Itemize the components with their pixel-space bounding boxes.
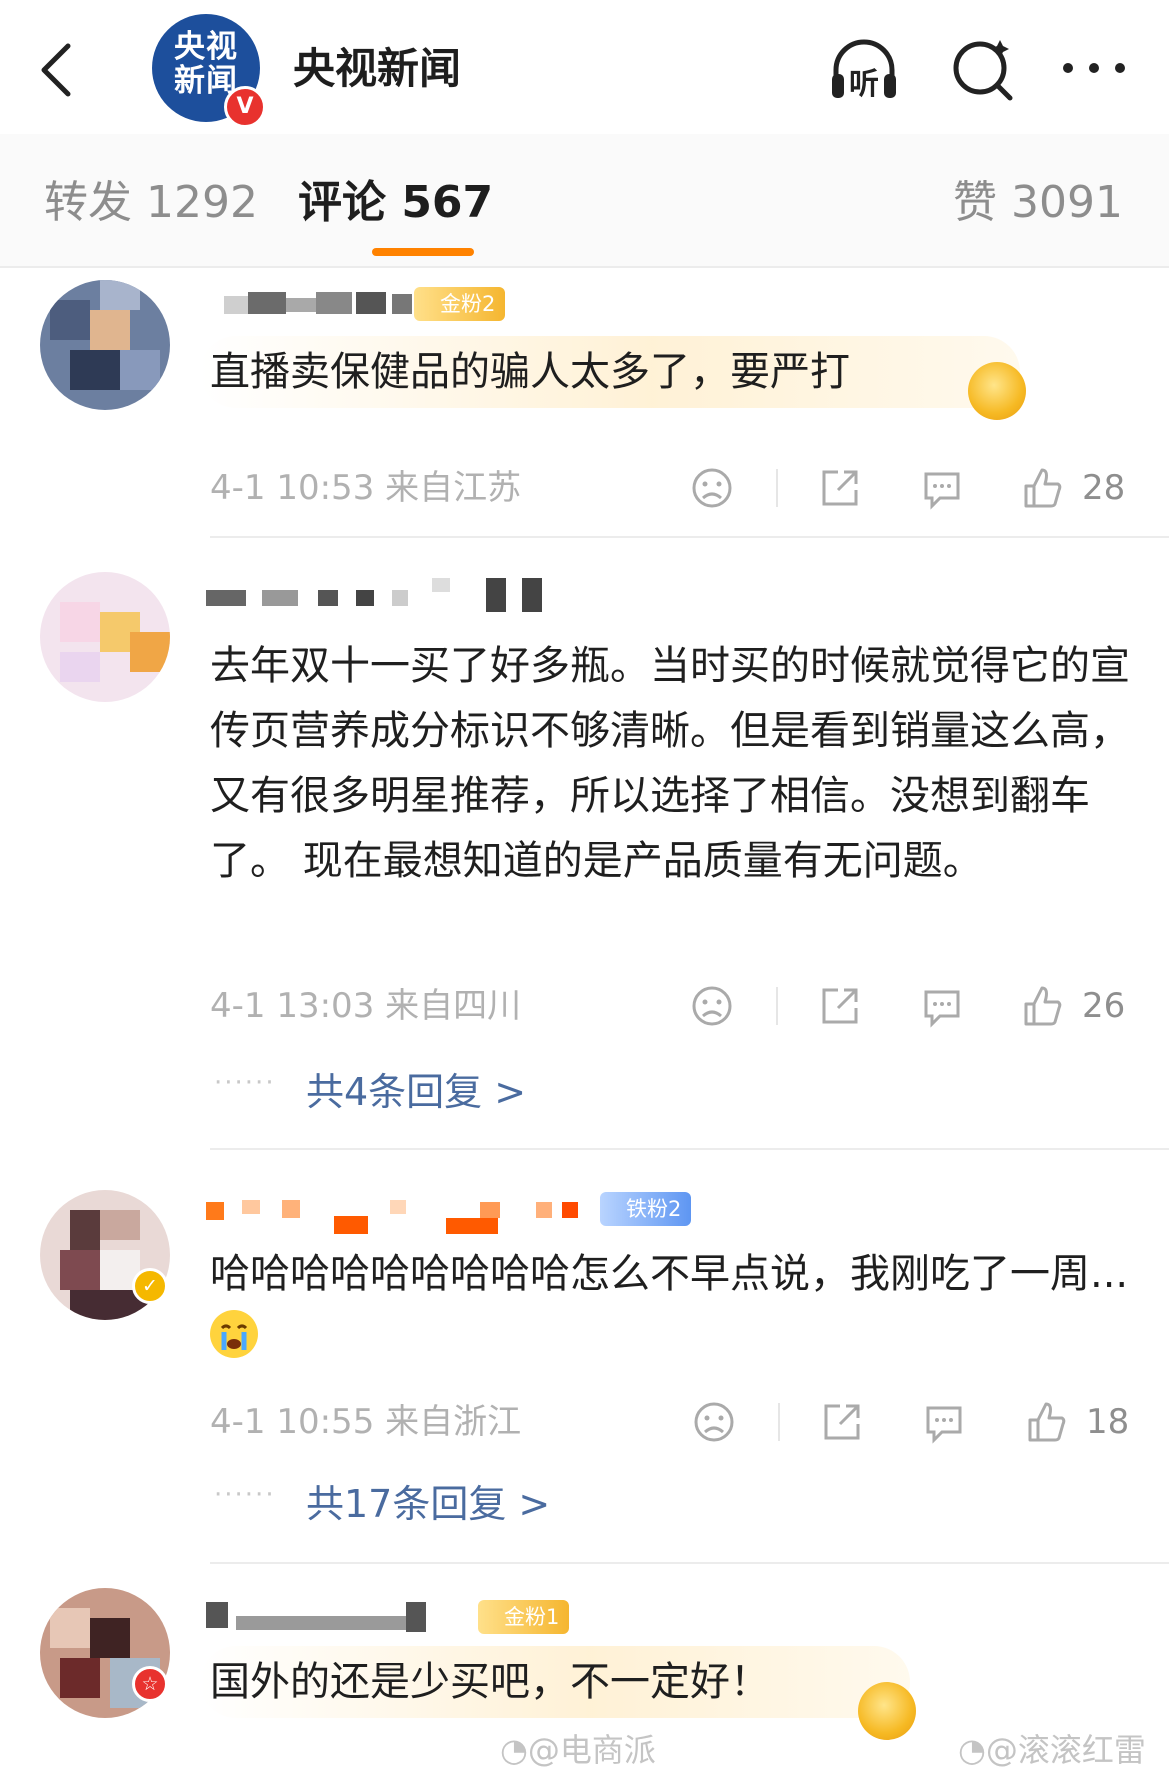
like-count: 26 [1082,986,1126,1026]
medal-icon [968,362,1026,420]
like-count: 18 [1086,1402,1130,1442]
comment-item: ✓ 铁粉2 哈哈哈哈哈哈哈哈哈怎么不早点说，我刚吃了一周... 4-1 10:5… [0,1150,1169,1564]
replies-dots: ······ [214,1480,276,1510]
reply-icon[interactable] [922,1400,966,1444]
action-divider [778,1403,780,1441]
tab-comments[interactable]: 评论 567 [298,176,493,230]
comment-meta: 4-1 10:53 来自江苏 [210,468,522,508]
view-replies-link[interactable]: 共4条回复 > [306,1068,526,1116]
username-masked[interactable] [206,578,566,618]
search-icon[interactable] [946,34,1022,104]
crying-emoji-icon [210,1310,258,1358]
comment-text: 去年双十一买了好多瓶。当时买的时候就觉得它的宣传页营养成分标识不够清晰。但是看到… [210,643,1130,884]
tab-likes[interactable]: 赞 3091 [953,176,1123,230]
repost-icon[interactable] [818,984,862,1028]
action-divider [776,987,778,1025]
tab-bar: 转发 1292 评论 567 赞 3091 [0,134,1169,268]
reply-icon[interactable] [920,984,964,1028]
fan-badge: 铁粉2 [600,1192,692,1226]
watermark: ◔@滚滚红雷 [958,1731,1146,1769]
back-icon[interactable] [34,40,78,100]
comment-meta: 4-1 13:03 来自四川 [210,986,522,1026]
watermark: ◔@电商派 [500,1731,656,1769]
dislike-icon[interactable] [692,1400,736,1444]
top-bar: 央视 新闻 V 央视新闻 听 [0,0,1169,136]
fan-badge: 金粉2 [414,287,506,321]
weibo-icon: ◔ [958,1731,986,1769]
like-icon[interactable] [1020,466,1064,510]
tab-repost[interactable]: 转发 1292 [44,176,258,230]
action-divider [776,469,778,507]
username-masked[interactable] [206,1602,466,1642]
comment-text: 哈哈哈哈哈哈哈哈哈怎么不早点说，我刚吃了一周... [210,1242,1130,1372]
like-icon[interactable] [1024,1400,1068,1444]
svg-text:听: 听 [849,67,879,102]
comment-meta: 4-1 10:55 来自浙江 [210,1402,522,1442]
verified-badge: V [224,86,266,128]
like-count: 28 [1082,468,1126,508]
dislike-icon[interactable] [690,984,734,1028]
comment-text: 国外的还是少买吧，不一定好！ [210,1659,770,1705]
view-replies-link[interactable]: 共17条回复 > [306,1480,550,1528]
repost-icon[interactable] [818,466,862,510]
member-badge-icon: ☆ [132,1666,168,1702]
active-tab-indicator [372,248,474,256]
dislike-icon[interactable] [690,466,734,510]
comment-item: 金粉2 直播卖保健品的骗人太多了，要严打 4-1 10:53 来自江苏 28 [0,268,1169,538]
repost-icon[interactable] [820,1400,864,1444]
comment-item: 去年双十一买了好多瓶。当时买的时候就觉得它的宣传页营养成分标识不够清晰。但是看到… [0,538,1169,1150]
medal-icon [858,1682,916,1740]
more-icon[interactable] [1056,34,1132,104]
listen-icon[interactable]: 听 [826,34,902,104]
comment-text-content: 哈哈哈哈哈哈哈哈哈怎么不早点说，我刚吃了一周... [210,1251,1129,1297]
verified-badge-icon: ✓ [132,1268,168,1304]
reply-icon[interactable] [920,466,964,510]
username-masked[interactable] [206,1198,586,1238]
weibo-icon: ◔ [500,1731,528,1769]
avatar[interactable] [40,280,170,410]
replies-dots: ······ [214,1068,276,1098]
like-icon[interactable] [1020,984,1064,1028]
fan-badge: 金粉1 [478,1600,570,1634]
avatar[interactable] [40,572,170,702]
channel-name[interactable]: 央视新闻 [293,44,461,94]
